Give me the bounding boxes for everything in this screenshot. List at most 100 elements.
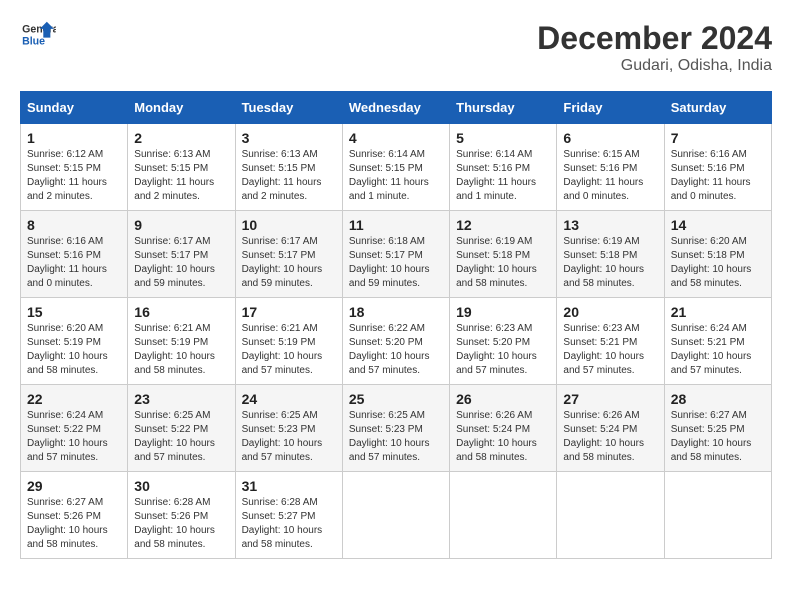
calendar-cell: 31 Sunrise: 6:28 AM Sunset: 5:27 PM Dayli…: [235, 472, 342, 559]
calendar-cell: 7 Sunrise: 6:16 AM Sunset: 5:16 PM Daylig…: [664, 124, 771, 211]
calendar-cell: 26 Sunrise: 6:26 AM Sunset: 5:24 PM Dayli…: [450, 385, 557, 472]
day-number: 16: [134, 304, 228, 320]
day-number: 6: [563, 130, 657, 146]
calendar-cell: 11Sunrise: 6:18 AM Sunset: 5:17 PM Dayli…: [342, 211, 449, 298]
day-number: 29: [27, 478, 121, 494]
day-info: Sunrise: 6:24 AM Sunset: 5:21 PM Dayligh…: [671, 322, 765, 378]
day-info: Sunrise: 6:14 AM Sunset: 5:15 PM Dayligh…: [349, 148, 443, 204]
calendar-cell: 19 Sunrise: 6:23 AM Sunset: 5:20 PM Dayli…: [450, 298, 557, 385]
calendar-cell: 10 Sunrise: 6:17 AM Sunset: 5:17 PM Dayli…: [235, 211, 342, 298]
day-number: 7: [671, 130, 765, 146]
week-row-3: 15Sunrise: 6:20 AM Sunset: 5:19 PM Dayli…: [21, 298, 772, 385]
day-info: Sunrise: 6:28 AM Sunset: 5:27 PM Dayligh…: [242, 496, 336, 552]
day-number: 21: [671, 304, 765, 320]
weekday-header-wednesday: Wednesday: [342, 92, 449, 124]
calendar-cell: 15Sunrise: 6:20 AM Sunset: 5:19 PM Dayli…: [21, 298, 128, 385]
day-number: 24: [242, 391, 336, 407]
day-info: Sunrise: 6:24 AM Sunset: 5:22 PM Dayligh…: [27, 409, 121, 465]
day-number: 13: [563, 217, 657, 233]
calendar-cell: 14 Sunrise: 6:20 AM Sunset: 5:18 PM Dayli…: [664, 211, 771, 298]
calendar-cell: 16 Sunrise: 6:21 AM Sunset: 5:19 PM Dayli…: [128, 298, 235, 385]
calendar-cell: 4 Sunrise: 6:14 AM Sunset: 5:15 PM Daylig…: [342, 124, 449, 211]
calendar-cell: 2Sunrise: 6:13 AM Sunset: 5:15 PM Daylig…: [128, 124, 235, 211]
day-number: 26: [456, 391, 550, 407]
month-title: December 2024: [537, 20, 772, 57]
calendar-cell: 23Sunrise: 6:25 AM Sunset: 5:22 PM Dayli…: [128, 385, 235, 472]
calendar-cell: 18Sunrise: 6:22 AM Sunset: 5:20 PM Dayli…: [342, 298, 449, 385]
day-number: 10: [242, 217, 336, 233]
day-number: 12: [456, 217, 550, 233]
week-row-5: 29 Sunrise: 6:27 AM Sunset: 5:26 PM Dayli…: [21, 472, 772, 559]
day-info: Sunrise: 6:14 AM Sunset: 5:16 PM Dayligh…: [456, 148, 550, 204]
day-number: 17: [242, 304, 336, 320]
day-info: Sunrise: 6:21 AM Sunset: 5:19 PM Dayligh…: [134, 322, 228, 378]
page-header: General Blue December 2024 Gudari, Odish…: [20, 20, 772, 75]
day-number: 8: [27, 217, 121, 233]
weekday-header-tuesday: Tuesday: [235, 92, 342, 124]
calendar-cell: [450, 472, 557, 559]
calendar-cell: 13 Sunrise: 6:19 AM Sunset: 5:18 PM Dayli…: [557, 211, 664, 298]
calendar-cell: 5 Sunrise: 6:14 AM Sunset: 5:16 PM Daylig…: [450, 124, 557, 211]
day-number: 31: [242, 478, 336, 494]
calendar-cell: 12 Sunrise: 6:19 AM Sunset: 5:18 PM Dayli…: [450, 211, 557, 298]
calendar-cell: [557, 472, 664, 559]
day-info: Sunrise: 6:19 AM Sunset: 5:18 PM Dayligh…: [456, 235, 550, 291]
week-row-4: 22 Sunrise: 6:24 AM Sunset: 5:22 PM Dayli…: [21, 385, 772, 472]
day-info: Sunrise: 6:16 AM Sunset: 5:16 PM Dayligh…: [671, 148, 765, 204]
day-info: Sunrise: 6:28 AM Sunset: 5:26 PM Dayligh…: [134, 496, 228, 552]
svg-text:General: General: [22, 23, 56, 35]
day-number: 9: [134, 217, 228, 233]
weekday-header-monday: Monday: [128, 92, 235, 124]
day-info: Sunrise: 6:26 AM Sunset: 5:24 PM Dayligh…: [563, 409, 657, 465]
day-number: 30: [134, 478, 228, 494]
day-number: 15: [27, 304, 121, 320]
day-number: 25: [349, 391, 443, 407]
day-info: Sunrise: 6:27 AM Sunset: 5:25 PM Dayligh…: [671, 409, 765, 465]
day-info: Sunrise: 6:19 AM Sunset: 5:18 PM Dayligh…: [563, 235, 657, 291]
calendar-cell: 3Sunrise: 6:13 AM Sunset: 5:15 PM Daylig…: [235, 124, 342, 211]
calendar-cell: 8Sunrise: 6:16 AM Sunset: 5:16 PM Daylig…: [21, 211, 128, 298]
week-row-1: 1Sunrise: 6:12 AM Sunset: 5:15 PM Daylig…: [21, 124, 772, 211]
day-info: Sunrise: 6:23 AM Sunset: 5:20 PM Dayligh…: [456, 322, 550, 378]
weekday-header-thursday: Thursday: [450, 92, 557, 124]
day-number: 4: [349, 130, 443, 146]
day-info: Sunrise: 6:21 AM Sunset: 5:19 PM Dayligh…: [242, 322, 336, 378]
calendar-cell: 6 Sunrise: 6:15 AM Sunset: 5:16 PM Daylig…: [557, 124, 664, 211]
location-subtitle: Gudari, Odisha, India: [537, 57, 772, 75]
calendar-cell: 9 Sunrise: 6:17 AM Sunset: 5:17 PM Daylig…: [128, 211, 235, 298]
day-number: 22: [27, 391, 121, 407]
calendar-cell: 1Sunrise: 6:12 AM Sunset: 5:15 PM Daylig…: [21, 124, 128, 211]
day-info: Sunrise: 6:17 AM Sunset: 5:17 PM Dayligh…: [134, 235, 228, 291]
weekday-header-row: SundayMondayTuesdayWednesdayThursdayFrid…: [21, 92, 772, 124]
calendar-cell: 27 Sunrise: 6:26 AM Sunset: 5:24 PM Dayli…: [557, 385, 664, 472]
calendar-cell: 20Sunrise: 6:23 AM Sunset: 5:21 PM Dayli…: [557, 298, 664, 385]
day-number: 27: [563, 391, 657, 407]
day-number: 5: [456, 130, 550, 146]
day-info: Sunrise: 6:13 AM Sunset: 5:15 PM Dayligh…: [134, 148, 228, 204]
day-info: Sunrise: 6:25 AM Sunset: 5:23 PM Dayligh…: [242, 409, 336, 465]
day-info: Sunrise: 6:27 AM Sunset: 5:26 PM Dayligh…: [27, 496, 121, 552]
weekday-header-saturday: Saturday: [664, 92, 771, 124]
calendar-cell: 28Sunrise: 6:27 AM Sunset: 5:25 PM Dayli…: [664, 385, 771, 472]
day-info: Sunrise: 6:25 AM Sunset: 5:22 PM Dayligh…: [134, 409, 228, 465]
day-number: 14: [671, 217, 765, 233]
calendar-cell: 21 Sunrise: 6:24 AM Sunset: 5:21 PM Dayli…: [664, 298, 771, 385]
title-area: December 2024 Gudari, Odisha, India: [537, 20, 772, 75]
day-info: Sunrise: 6:15 AM Sunset: 5:16 PM Dayligh…: [563, 148, 657, 204]
day-info: Sunrise: 6:12 AM Sunset: 5:15 PM Dayligh…: [27, 148, 121, 204]
calendar-table: SundayMondayTuesdayWednesdayThursdayFrid…: [20, 91, 772, 559]
week-row-2: 8Sunrise: 6:16 AM Sunset: 5:16 PM Daylig…: [21, 211, 772, 298]
day-info: Sunrise: 6:18 AM Sunset: 5:17 PM Dayligh…: [349, 235, 443, 291]
day-info: Sunrise: 6:17 AM Sunset: 5:17 PM Dayligh…: [242, 235, 336, 291]
day-number: 19: [456, 304, 550, 320]
weekday-header-friday: Friday: [557, 92, 664, 124]
calendar-cell: 17 Sunrise: 6:21 AM Sunset: 5:19 PM Dayli…: [235, 298, 342, 385]
day-info: Sunrise: 6:20 AM Sunset: 5:18 PM Dayligh…: [671, 235, 765, 291]
calendar-cell: [664, 472, 771, 559]
calendar-cell: 24 Sunrise: 6:25 AM Sunset: 5:23 PM Dayli…: [235, 385, 342, 472]
day-number: 18: [349, 304, 443, 320]
calendar-cell: 30 Sunrise: 6:28 AM Sunset: 5:26 PM Dayli…: [128, 472, 235, 559]
logo-icon: General Blue: [20, 20, 56, 50]
day-info: Sunrise: 6:26 AM Sunset: 5:24 PM Dayligh…: [456, 409, 550, 465]
calendar-cell: 29 Sunrise: 6:27 AM Sunset: 5:26 PM Dayli…: [21, 472, 128, 559]
